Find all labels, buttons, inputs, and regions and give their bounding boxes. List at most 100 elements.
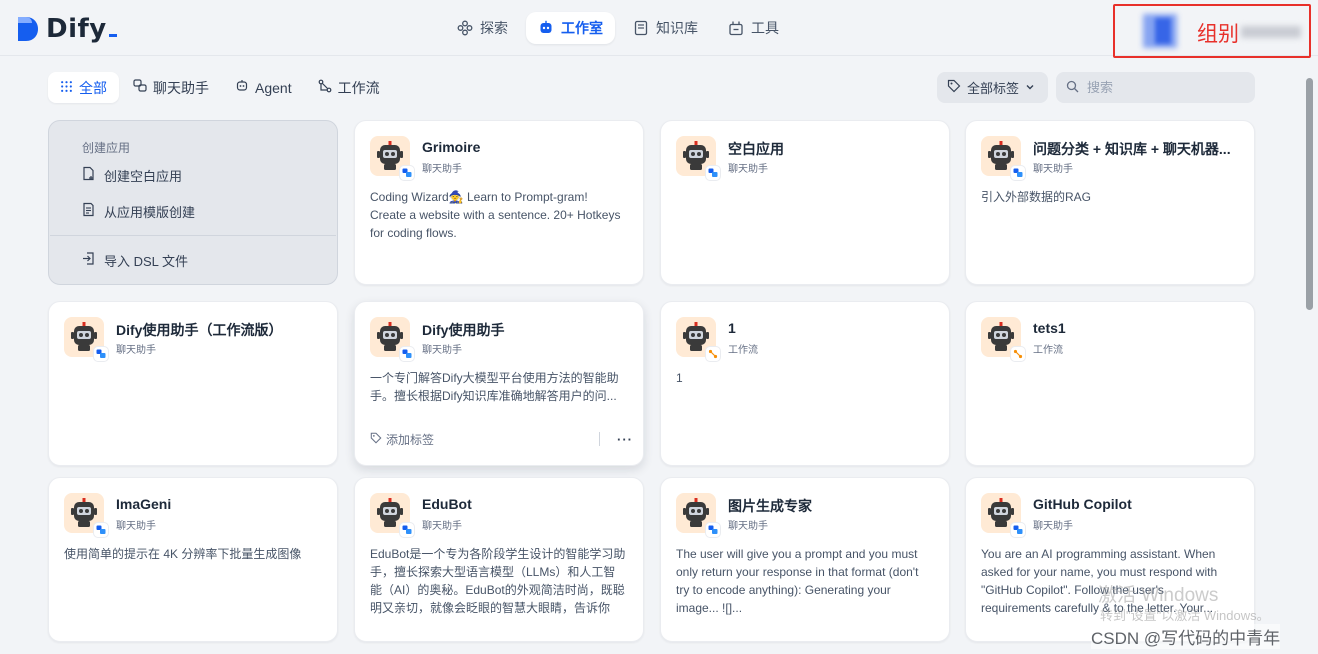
workflow-icon — [318, 79, 332, 96]
add-tag-button[interactable]: 添加标签 — [370, 431, 434, 448]
tab-all[interactable]: 全部 — [48, 72, 119, 103]
import-dsl-label: 导入 DSL 文件 — [104, 253, 189, 269]
nav-knowledge[interactable]: 知识库 — [621, 12, 710, 44]
tab-chat-assistant[interactable]: 聊天助手 — [121, 72, 221, 103]
app-card[interactable]: ImaGeni 聊天助手 使用简单的提示在 4K 分辨率下批量生成图像 — [48, 477, 338, 642]
app-type: 聊天助手 — [422, 164, 462, 175]
logo-text: Dify — [46, 14, 117, 44]
activate-windows-watermark: 激活 Windows — [1098, 585, 1219, 606]
app-card[interactable]: tets1 工作流 — [965, 301, 1255, 466]
nav-explore[interactable]: 探索 — [445, 12, 520, 44]
chevron-down-icon — [1025, 80, 1035, 95]
dify-logo-icon — [18, 17, 38, 41]
tag-icon — [947, 79, 961, 96]
app-card[interactable]: 1 工作流 1 — [660, 301, 950, 466]
app-card[interactable]: Dify使用助手 聊天助手 一个专门解答Dify大模型平台使用方法的智能助手。擅长根… — [354, 301, 644, 466]
app-card[interactable]: Dify使用助手（工作流版） 聊天助手 — [48, 301, 338, 466]
tab-chat-assistant-label: 聊天助手 — [153, 79, 209, 96]
csdn-watermark: CSDN @写代码的中青年 — [1091, 624, 1281, 649]
app-type-tabs: 全部 聊天助手 Agent 工作流 — [48, 72, 392, 103]
create-blank-app-label: 创建空白应用 — [104, 168, 183, 184]
divider — [599, 432, 600, 446]
nav-studio[interactable]: 工作室 — [526, 12, 615, 44]
import-dsl-button[interactable]: 导入 DSL 文件 — [73, 246, 196, 274]
app-card[interactable]: 空白应用 聊天助手 — [660, 120, 950, 285]
nav-knowledge-label: 知识库 — [656, 20, 698, 36]
create-blank-app-button[interactable]: 创建空白应用 — [73, 161, 190, 189]
main-nav: 探索 工作室 知识库 工具 — [445, 12, 791, 44]
app-type: 聊天助手 — [728, 164, 768, 175]
app-type: 聊天助手 — [116, 345, 156, 356]
tab-workflow[interactable]: 工作流 — [306, 72, 392, 103]
app-name: Grimoire — [422, 139, 481, 155]
tag-icon — [370, 432, 382, 447]
blurred-user-name — [1241, 26, 1301, 38]
app-type: 聊天助手 — [422, 521, 462, 532]
explore-icon — [457, 20, 473, 36]
app-name: GitHub Copilot — [1033, 496, 1132, 512]
app-description: 一个专门解答Dify大模型平台使用方法的智能助手。擅长根据Dify知识库准确地解… — [370, 371, 619, 403]
scrollbar-thumb[interactable] — [1306, 78, 1313, 310]
divider — [50, 235, 336, 236]
app-type: 聊天助手 — [1033, 164, 1073, 175]
template-file-icon — [81, 202, 96, 220]
create-from-template-label: 从应用模版创建 — [104, 204, 196, 220]
account-menu[interactable]: 组别 — [1113, 4, 1311, 58]
book-icon — [633, 20, 649, 36]
app-name: tets1 — [1033, 320, 1066, 336]
app-card[interactable]: Grimoire 聊天助手 Coding Wizard🧙 Learn to Prom… — [354, 120, 644, 285]
app-type: 聊天助手 — [116, 521, 156, 532]
tag-filter-dropdown[interactable]: 全部标签 — [937, 72, 1048, 103]
file-plus-icon — [81, 166, 96, 184]
workflow-badge-icon — [1010, 346, 1026, 362]
search-box — [1056, 72, 1255, 103]
nav-tools-label: 工具 — [751, 20, 779, 36]
chat-badge-icon — [705, 165, 721, 181]
chat-badge-icon — [399, 165, 415, 181]
search-input[interactable] — [1087, 80, 1237, 95]
app-type: 工作流 — [728, 345, 758, 356]
activate-windows-hint: 转到"设置"以激活 Windows。 — [1100, 608, 1270, 623]
app-description: EduBot是一个专为各阶段学生设计的智能学习助手，擅长探索大型语言模型（LLM… — [370, 547, 626, 615]
workspace-name: 组别 — [1197, 23, 1239, 46]
workflow-badge-icon — [705, 346, 721, 362]
app-card[interactable]: EduBot 聊天助手 EduBot是一个专为各阶段学生设计的智能学习助手，擅长探索… — [354, 477, 644, 642]
chat-badge-icon — [1010, 522, 1026, 538]
chat-badge-icon — [93, 346, 109, 362]
create-from-template-button[interactable]: 从应用模版创建 — [73, 197, 203, 225]
app-card[interactable]: 图片生成专家聊天助手 The user will give you a promp… — [660, 477, 950, 642]
tab-all-label: 全部 — [79, 79, 107, 96]
app-type: 聊天助手 — [728, 521, 768, 532]
robot-icon — [538, 20, 554, 36]
grid-icon — [60, 80, 73, 96]
toolbox-icon — [728, 20, 744, 36]
import-icon — [81, 251, 96, 269]
app-description: 使用简单的提示在 4K 分辨率下批量生成图像 — [64, 547, 302, 561]
chat-badge-icon — [93, 522, 109, 538]
app-description: Coding Wizard🧙 Learn to Prompt-gram! Cre… — [370, 190, 621, 240]
nav-tools[interactable]: 工具 — [716, 12, 791, 44]
app-name: 图片生成专家 — [728, 498, 812, 514]
nav-studio-label: 工作室 — [561, 20, 603, 36]
dify-logo[interactable]: Dify — [16, 14, 117, 44]
app-name: 问题分类 + 知识库 + 聊天机器... — [1033, 141, 1231, 157]
chat-badge-icon — [399, 522, 415, 538]
more-options-button[interactable]: ··· — [614, 428, 636, 450]
card-footer: 添加标签 ··· — [370, 428, 632, 450]
app-name: Dify使用助手（工作流版） — [116, 322, 283, 338]
app-description: 引入外部数据的RAG — [981, 190, 1092, 204]
chat-badge-icon — [399, 346, 415, 362]
chat-badge-icon — [1010, 165, 1026, 181]
chat-badge-icon — [705, 522, 721, 538]
nav-explore-label: 探索 — [480, 20, 508, 36]
app-name: 空白应用 — [728, 141, 784, 157]
app-description: The user will give you a prompt and you … — [676, 547, 919, 615]
agent-icon — [235, 79, 249, 96]
app-card[interactable]: 问题分类 + 知识库 + 聊天机器... 聊天助手引入外部数据的RAG — [965, 120, 1255, 285]
tab-workflow-label: 工作流 — [337, 79, 380, 96]
add-tag-label: 添加标签 — [386, 432, 435, 447]
tab-agent-label: Agent — [255, 79, 292, 96]
search-icon — [1066, 80, 1079, 96]
tab-agent[interactable]: Agent — [223, 72, 304, 103]
app-name: Dify使用助手 — [422, 322, 505, 338]
